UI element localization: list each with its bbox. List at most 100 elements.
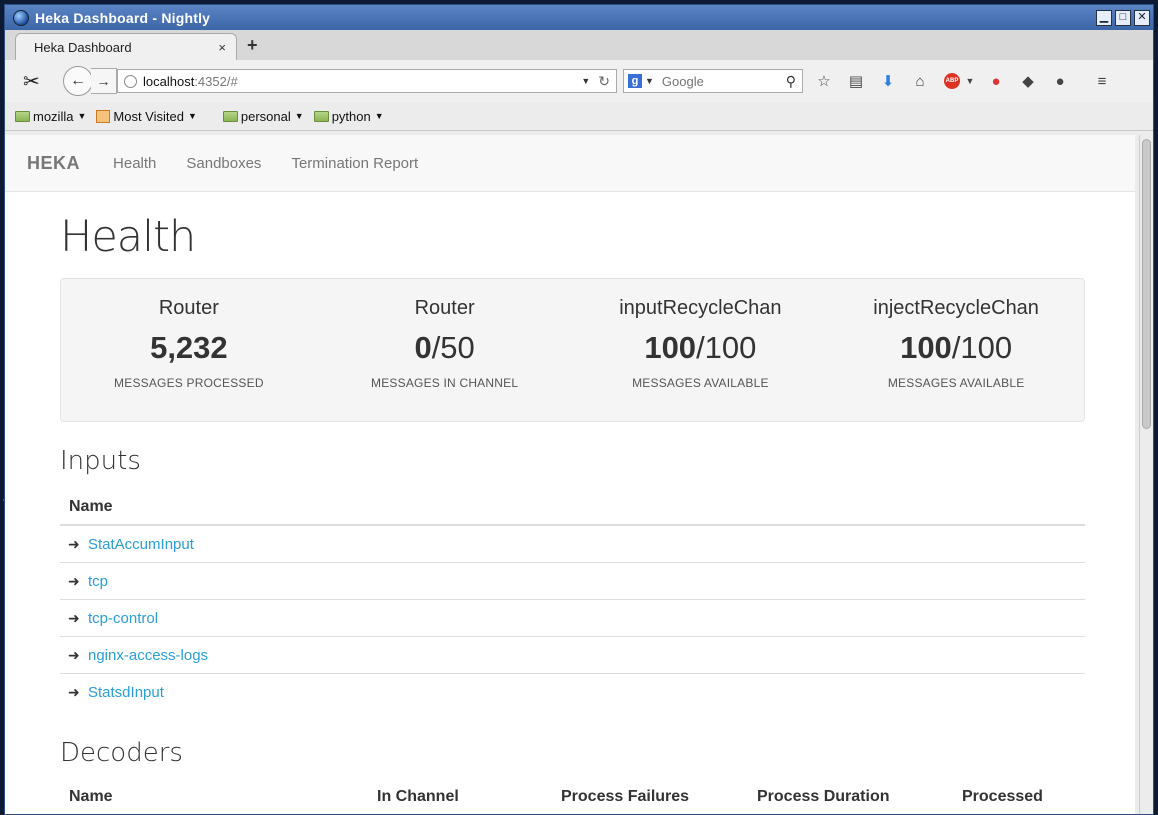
table-row: ➜ tcp bbox=[60, 562, 1085, 600]
search-icon[interactable]: ⚲ bbox=[786, 73, 796, 90]
window-title: Heka Dashboard - Nightly bbox=[35, 9, 211, 26]
share-icon[interactable]: ◆ bbox=[1017, 70, 1039, 92]
bookmark-label: mozilla bbox=[33, 108, 74, 124]
page-scrollbar[interactable] bbox=[1139, 135, 1153, 814]
search-engine-dropdown-icon[interactable]: ▼ bbox=[645, 76, 654, 86]
folder-icon bbox=[222, 110, 238, 122]
maximize-button[interactable]: □ bbox=[1115, 9, 1131, 26]
inputs-heading: Inputs bbox=[60, 446, 141, 476]
browser-window: Heka Dashboard - Nightly ▁ □ ✕ Heka Dash… bbox=[4, 4, 1154, 815]
bookmark-star-icon[interactable]: ☆ bbox=[813, 70, 835, 92]
bookmark-label: Most Visited bbox=[113, 108, 184, 124]
new-tab-button[interactable]: + bbox=[247, 35, 258, 56]
close-window-button[interactable]: ✕ bbox=[1134, 9, 1150, 26]
sign-in-icon: ➜ bbox=[68, 684, 80, 700]
stat-value: 0/50 bbox=[414, 330, 475, 365]
stat-label: Router bbox=[158, 297, 219, 319]
sign-in-icon: ➜ bbox=[68, 610, 80, 626]
stat-caption: MESSAGES AVAILABLE bbox=[632, 376, 769, 390]
chat-icon[interactable]: ● bbox=[1049, 70, 1071, 92]
column-header-name: Name bbox=[69, 788, 113, 805]
tab-title: Heka Dashboard bbox=[34, 39, 132, 55]
bookmark-label: python bbox=[331, 108, 371, 124]
scrollbar-thumb[interactable] bbox=[1142, 139, 1151, 429]
stat-inject-recycle: injectRecycleChan 100/100 MESSAGES AVAIL… bbox=[828, 297, 1084, 421]
table-row: ➜ nginx-access-logs bbox=[60, 636, 1085, 674]
bookmark-folder-mozilla[interactable]: mozilla ▼ bbox=[15, 109, 86, 124]
tab-heka-dashboard[interactable]: Heka Dashboard × bbox=[15, 33, 237, 60]
stats-panel: Router 5,232 MESSAGES PROCESSED Router 0… bbox=[60, 278, 1085, 422]
search-input[interactable] bbox=[659, 72, 786, 90]
bookmark-folder-most-visited[interactable]: Most Visited ▼ bbox=[96, 109, 197, 124]
nightly-app-icon bbox=[13, 9, 29, 26]
chevron-down-icon: ▼ bbox=[77, 111, 87, 121]
close-tab-icon[interactable]: × bbox=[218, 40, 226, 55]
tab-strip: Heka Dashboard × + bbox=[5, 30, 1153, 60]
folder-icon bbox=[313, 110, 329, 122]
window-titlebar: Heka Dashboard - Nightly ▁ □ ✕ bbox=[5, 5, 1153, 30]
reload-icon[interactable]: ↻ bbox=[598, 73, 610, 90]
column-header-process-failures: Process Failures bbox=[561, 788, 690, 805]
column-header-in-channel: In Channel bbox=[377, 788, 459, 805]
site-identity-icon[interactable] bbox=[124, 74, 137, 88]
home-icon[interactable]: ⌂ bbox=[909, 70, 931, 92]
stat-caption: MESSAGES AVAILABLE bbox=[887, 376, 1025, 390]
back-button[interactable]: ← bbox=[63, 66, 93, 96]
page-title: Health bbox=[60, 212, 196, 262]
stat-value: 100/100 bbox=[900, 330, 1013, 365]
forward-button[interactable]: → bbox=[91, 68, 117, 94]
column-header-processed: Processed bbox=[962, 788, 1043, 805]
column-header-process-duration: Process Duration bbox=[757, 788, 890, 805]
table-row: ➜ StatsdInput bbox=[60, 673, 1085, 710]
page-content: HEKA Health Sandboxes Termination Report… bbox=[5, 135, 1135, 814]
stat-value: 5,232 bbox=[150, 330, 228, 365]
adblock-icon[interactable]: ABP bbox=[941, 70, 963, 92]
google-engine-icon[interactable]: g bbox=[628, 74, 642, 88]
downloads-icon[interactable]: ⬇ bbox=[877, 70, 899, 92]
nav-termination-report[interactable]: Termination Report bbox=[291, 155, 418, 172]
brand-logo[interactable]: HEKA bbox=[27, 153, 80, 174]
stat-label: Router bbox=[414, 297, 475, 319]
most-visited-icon bbox=[96, 109, 111, 123]
input-link[interactable]: tcp-control bbox=[88, 610, 158, 627]
decoders-heading: Decoders bbox=[60, 738, 183, 768]
chevron-down-icon: ▼ bbox=[187, 111, 197, 121]
minimize-button[interactable]: ▁ bbox=[1096, 9, 1112, 26]
sign-in-icon: ➜ bbox=[68, 573, 80, 589]
chevron-down-icon: ▼ bbox=[294, 111, 304, 121]
back-forward-group: ← → bbox=[63, 66, 117, 96]
bookmark-label: personal bbox=[240, 108, 291, 124]
url-host: localhost bbox=[143, 73, 195, 89]
bookmark-folder-python[interactable]: python ▼ bbox=[313, 108, 384, 124]
nav-sandboxes[interactable]: Sandboxes bbox=[186, 155, 261, 172]
adblock-dropdown-icon[interactable]: ▼ bbox=[965, 70, 975, 92]
stat-label: inputRecycleChan bbox=[619, 297, 782, 319]
url-bar[interactable]: localhost :4352/# ▼ ↻ bbox=[117, 69, 617, 93]
input-link[interactable]: StatsdInput bbox=[88, 684, 164, 701]
nav-health[interactable]: Health bbox=[113, 155, 156, 172]
navigation-toolbar: ✂ ← → localhost :4352/# ▼ ↻ g ▼ ⚲ ☆ ▤ ⬇ … bbox=[5, 60, 1153, 102]
stat-input-recycle: inputRecycleChan 100/100 MESSAGES AVAILA… bbox=[573, 297, 829, 421]
scissors-icon[interactable]: ✂ bbox=[23, 69, 47, 94]
chevron-down-icon: ▼ bbox=[374, 111, 384, 121]
search-bar[interactable]: g ▼ ⚲ bbox=[623, 69, 803, 93]
stat-label: injectRecycleChan bbox=[873, 297, 1039, 319]
input-link[interactable]: StatAccumInput bbox=[88, 536, 194, 553]
column-header-name: Name bbox=[60, 490, 1085, 526]
url-history-dropdown-icon[interactable]: ▼ bbox=[581, 76, 590, 86]
input-link[interactable]: tcp bbox=[88, 573, 108, 590]
decoders-table-header: Name In Channel Process Failures Process… bbox=[60, 788, 1085, 806]
stat-value: 100/100 bbox=[644, 330, 757, 365]
addon-red-icon[interactable]: ● bbox=[985, 70, 1007, 92]
bookmark-folder-personal[interactable]: personal ▼ bbox=[222, 108, 304, 124]
sign-in-icon: ➜ bbox=[68, 647, 80, 663]
stat-router-processed: Router 5,232 MESSAGES PROCESSED bbox=[61, 297, 317, 421]
menu-icon[interactable]: ≡ bbox=[1091, 70, 1113, 92]
url-path: :4352/# bbox=[194, 73, 238, 89]
bookmarks-toolbar: mozilla ▼ Most Visited ▼ personal ▼ pyth… bbox=[5, 102, 1153, 131]
folder-icon bbox=[15, 110, 30, 122]
sign-in-icon: ➜ bbox=[68, 536, 80, 552]
stat-caption: MESSAGES IN CHANNEL bbox=[371, 376, 519, 390]
input-link[interactable]: nginx-access-logs bbox=[88, 647, 208, 664]
reading-list-icon[interactable]: ▤ bbox=[845, 70, 867, 92]
